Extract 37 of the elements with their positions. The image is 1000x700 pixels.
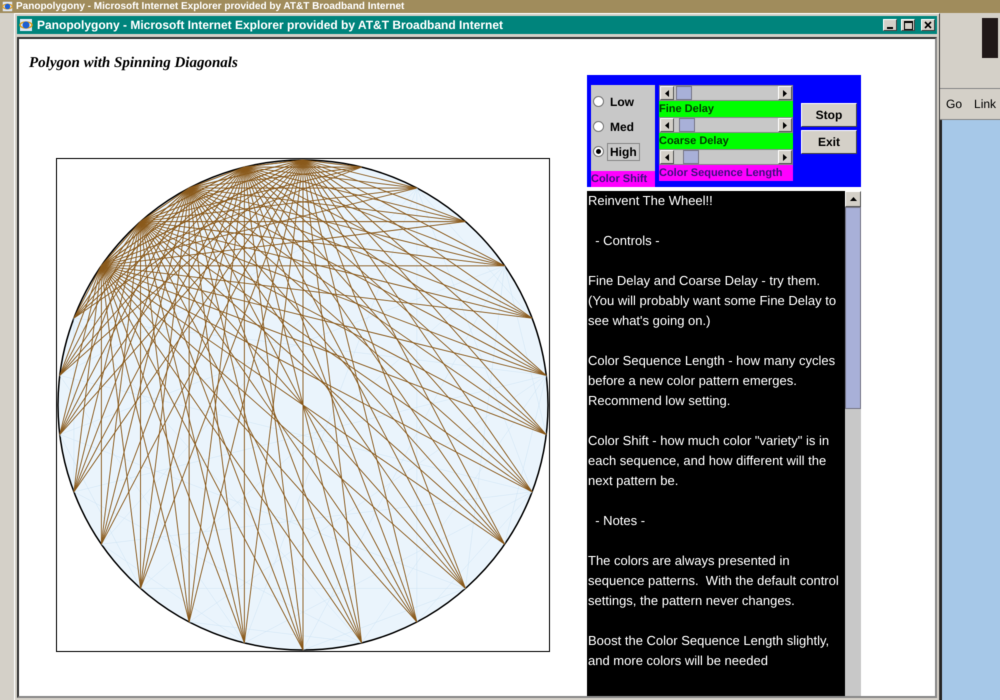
notes-paragraph: Color Sequence Length - how many cycles before a new color pattern emerges. Recommend low setting. bbox=[588, 352, 836, 410]
slider-thumb[interactable] bbox=[682, 150, 699, 164]
minimize-button[interactable] bbox=[883, 19, 897, 31]
notes-paragraph: - Controls - bbox=[594, 232, 661, 250]
notes-paragraph: Fine Delay and Coarse Delay - try them. (You will probably want some Fine Delay to see what's going on.) bbox=[588, 272, 838, 330]
scroll-slider[interactable] bbox=[659, 149, 793, 165]
slider-thumb[interactable] bbox=[676, 86, 692, 100]
notes-paragraph: Reinvent The Wheel!! bbox=[588, 192, 714, 210]
window-title: Panopolygony - Microsoft Internet Explorer provided by AT&T Broadband Internet bbox=[16, 1, 404, 12]
action-button[interactable]: Exit bbox=[801, 130, 857, 154]
page-heading: Polygon with Spinning Diagonals bbox=[29, 55, 239, 72]
scroll-slider[interactable] bbox=[659, 85, 793, 101]
radio-option[interactable]: High bbox=[591, 139, 655, 164]
radio-option[interactable]: Low bbox=[591, 89, 655, 114]
notes-paragraph: Boost the Color Sequence Length slightly, and more colors will be needed bbox=[588, 632, 830, 670]
toolbar-button[interactable]: Go bbox=[944, 95, 964, 113]
notes-paragraph: Color Shift - how much color "variety" is in each sequence, and how different will the next pattern be. bbox=[588, 432, 830, 490]
control-label: Color Shift bbox=[591, 171, 655, 187]
slider-label: Fine Delay bbox=[659, 101, 793, 117]
scrollbar[interactable] bbox=[845, 191, 861, 696]
notes-paragraph: - Notes - bbox=[594, 512, 646, 530]
close-button[interactable] bbox=[921, 19, 935, 31]
notes-paragraph: The colors are always presented in sequence patterns. With the default control settings, the pattern never changes. bbox=[588, 552, 840, 610]
slider-label: Color Sequence Length bbox=[659, 165, 793, 181]
toolbar-button[interactable]: Link bbox=[972, 95, 998, 113]
maximize-icon bbox=[904, 20, 912, 30]
window-title: Panopolygony - Microsoft Internet Explorer provided by AT&T Broadband Internet bbox=[37, 18, 504, 32]
up-arrow-icon[interactable] bbox=[850, 197, 856, 201]
slider-thumb[interactable] bbox=[678, 118, 695, 132]
browser-icon bbox=[19, 18, 33, 32]
radio-option[interactable]: Med bbox=[591, 114, 655, 139]
action-button[interactable]: Stop bbox=[801, 103, 857, 127]
browser-icon bbox=[2, 1, 13, 12]
maximize-button[interactable] bbox=[901, 19, 915, 31]
scroll-slider[interactable] bbox=[659, 117, 793, 133]
close-icon bbox=[924, 21, 932, 29]
slider-label: Coarse Delay bbox=[659, 133, 793, 149]
